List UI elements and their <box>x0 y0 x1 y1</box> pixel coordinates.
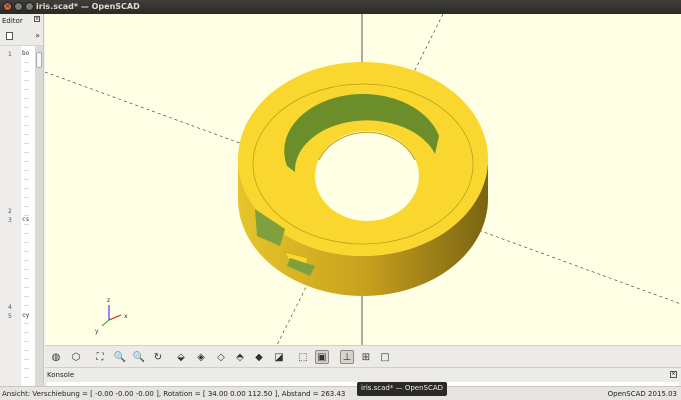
fold-marker: — <box>24 222 29 228</box>
close-window-button[interactable]: × <box>3 2 12 11</box>
view-front-icon[interactable]: ◆ <box>252 350 266 364</box>
zoom-out-icon[interactable]: 🔍 <box>132 350 146 364</box>
fold-marker: — <box>24 186 29 192</box>
fold-marker: — <box>24 78 29 84</box>
render-canvas: z x y <box>45 14 681 345</box>
fold-marker: — <box>24 231 29 237</box>
fold-marker: — <box>24 195 29 201</box>
window-title: iris.scad* — OpenSCAD <box>36 2 140 11</box>
fold-marker: — <box>24 258 29 264</box>
fold-marker: — <box>24 141 29 147</box>
line-number: 5 <box>8 313 12 320</box>
editor-panel: Editor × » 1 2 3 4 5 bo cs cy — — — — — — — — — —… <box>0 14 44 386</box>
perspective-icon[interactable]: ⬚ <box>296 350 310 364</box>
fold-marker: — <box>24 240 29 246</box>
fold-marker: — <box>24 69 29 75</box>
view-bottom-icon[interactable]: ◇ <box>214 350 228 364</box>
fold-marker: — <box>24 168 29 174</box>
maximize-window-button[interactable] <box>25 2 34 11</box>
fold-marker: — <box>24 177 29 183</box>
minimize-window-button[interactable] <box>14 2 23 11</box>
reset-view-icon[interactable]: ↻ <box>151 350 165 364</box>
fold-marker: — <box>24 303 29 309</box>
y-axis-label: y <box>95 328 99 335</box>
show-edges-icon[interactable]: □ <box>378 350 392 364</box>
new-file-icon[interactable] <box>6 32 13 40</box>
fold-marker: — <box>24 87 29 93</box>
fold-marker: — <box>24 249 29 255</box>
fold-marker: — <box>24 330 29 336</box>
render-icon[interactable]: ⬡ <box>69 350 83 364</box>
fold-marker: — <box>24 123 29 129</box>
fold-marker: — <box>24 285 29 291</box>
editor-scrollbar[interactable] <box>35 46 43 386</box>
status-view-info: Ansicht: Verschiebung = [ -0.00 -0.00 -0… <box>2 390 346 398</box>
fold-marker: — <box>24 357 29 363</box>
fold-marker: — <box>24 213 29 219</box>
fold-marker: — <box>24 60 29 66</box>
console-close-icon[interactable]: × <box>670 371 677 378</box>
editor-close-icon[interactable]: × <box>34 16 40 22</box>
fold-marker: — <box>24 276 29 282</box>
line-number: 2 <box>8 208 12 215</box>
view-left-icon[interactable]: ⬘ <box>233 350 247 364</box>
editor-title: Editor <box>2 17 23 25</box>
fold-marker: — <box>24 312 29 318</box>
fold-marker: — <box>24 366 29 372</box>
fold-marker: — <box>24 132 29 138</box>
3d-viewport[interactable]: z x y <box>45 14 681 345</box>
scrollbar-thumb[interactable] <box>36 52 42 68</box>
fold-marker: — <box>24 105 29 111</box>
title-bar: × iris.scad* — OpenSCAD <box>0 0 681 14</box>
toolbar-overflow-button[interactable]: » <box>35 31 40 40</box>
code-line: bo <box>22 50 30 57</box>
show-axes-icon[interactable]: ⊥ <box>340 350 354 364</box>
zoom-in-icon[interactable]: 🔍 <box>113 350 127 364</box>
fold-marker: — <box>24 114 29 120</box>
fold-marker: — <box>24 150 29 156</box>
view-all-icon[interactable]: ⛶ <box>93 350 107 364</box>
preview-icon[interactable]: ◍ <box>49 350 63 364</box>
fold-marker: — <box>24 321 29 327</box>
line-number: 4 <box>8 304 12 311</box>
orthogonal-icon[interactable]: ▣ <box>315 350 329 364</box>
fold-marker: — <box>24 339 29 345</box>
line-number: 3 <box>8 217 12 224</box>
line-number-gutter: 1 2 3 4 5 <box>0 46 20 386</box>
openscad-window: × iris.scad* — OpenSCAD Editor × » 1 2 3… <box>0 0 681 400</box>
line-number: 1 <box>8 51 12 58</box>
view-top-icon[interactable]: ◈ <box>194 350 208 364</box>
fold-marker: — <box>24 375 29 381</box>
status-bar: Ansicht: Verschiebung = [ -0.00 -0.00 -0… <box>0 386 681 400</box>
status-version: OpenSCAD 2015.03 <box>607 390 677 398</box>
view-back-icon[interactable]: ◪ <box>272 350 286 364</box>
z-axis-label: z <box>107 297 110 304</box>
fold-marker: — <box>24 348 29 354</box>
axes-gizmo: z x y <box>95 297 128 335</box>
fold-marker: — <box>24 267 29 273</box>
console-title: Konsole <box>47 371 75 379</box>
fold-marker: — <box>24 204 29 210</box>
x-axis-label: x <box>124 313 128 320</box>
show-scale-icon[interactable]: ⊞ <box>359 350 373 364</box>
view-right-icon[interactable]: ⬙ <box>174 350 188 364</box>
view-toolbar: ◍ ⬡ ⛶ 🔍 🔍 ↻ ⬙ ◈ ◇ ⬘ ◆ ◪ ⬚ ▣ ⊥ ⊞ □ <box>45 345 681 367</box>
taskbar-tooltip: iris.scad* — OpenSCAD <box>357 382 448 396</box>
fold-marker: — <box>24 96 29 102</box>
fold-marker: — <box>24 159 29 165</box>
fold-marker: — <box>24 294 29 300</box>
